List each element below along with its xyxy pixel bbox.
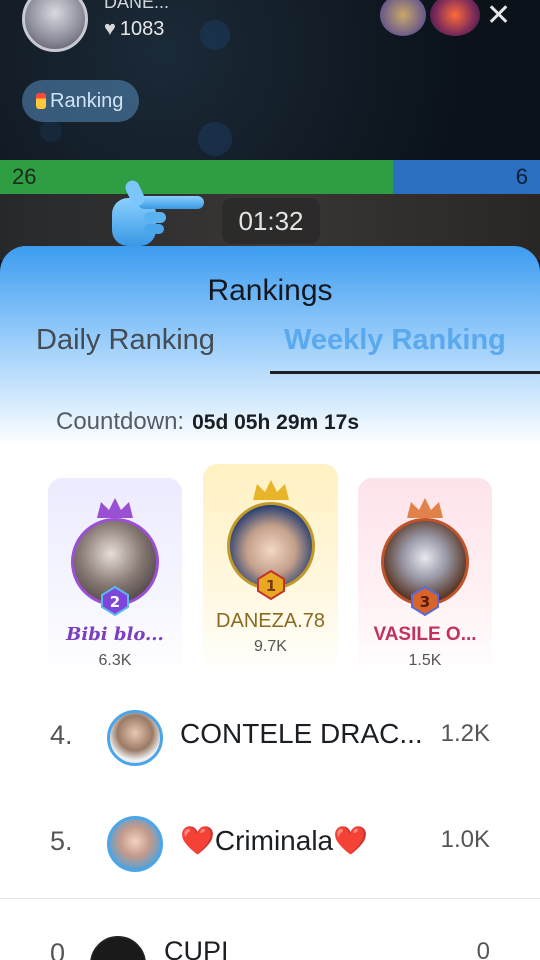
rank-score: 1.0K <box>440 826 490 853</box>
countdown-label: Countdown: <box>56 408 185 435</box>
bokeh-light <box>200 20 230 50</box>
crown-icon <box>253 480 289 500</box>
rank-number: 5. <box>50 826 73 856</box>
list-item[interactable]: 4. CONTELE DRAC... 1.2K <box>0 698 540 778</box>
trophy-icon <box>36 93 46 109</box>
sheet-title: Rankings <box>207 274 333 307</box>
tab-daily-ranking[interactable]: Daily Ranking <box>36 324 215 357</box>
medal-icon: 2 <box>101 586 129 616</box>
rank-number: 4. <box>50 720 73 750</box>
rankings-sheet: Rankings Daily Ranking Weekly Ranking Co… <box>0 246 540 960</box>
podium-name-first: DANEZA.78 <box>216 610 325 632</box>
podium-card-third[interactable]: 3 VASILE O... 1.5K <box>358 478 492 678</box>
medal-icon: 3 <box>411 586 439 616</box>
pk-timer: 01:32 <box>222 198 320 244</box>
podium-card-second[interactable]: 2 Bibi blo... 6.3K <box>48 478 182 678</box>
podium-rank-first: 1 <box>266 577 276 595</box>
pk-right-score: 6 <box>515 164 528 189</box>
host-likes-count: 1083 <box>119 18 165 40</box>
rank-name: ❤️Criminala❤️ <box>180 825 368 856</box>
crown-icon <box>407 498 443 518</box>
podium-rank-third: 3 <box>420 593 430 611</box>
host-likes: ♥ 1083 <box>104 18 164 41</box>
rank-name: CUPI <box>164 936 229 960</box>
avatar[interactable] <box>107 710 163 766</box>
active-tab-underline <box>270 371 540 374</box>
rank-score: 0 <box>476 938 490 960</box>
pk-right-side: 6 <box>393 160 540 194</box>
pk-left-score: 26 <box>12 164 37 189</box>
ranking-pill-button[interactable]: Ranking <box>22 80 140 122</box>
medal-icon: 1 <box>257 570 285 600</box>
pk-battle-bar: 26 6 <box>0 160 540 194</box>
avatar[interactable] <box>90 936 146 960</box>
bokeh-light <box>40 120 62 142</box>
self-rank-row[interactable]: 0 CUPI 0 <box>0 928 540 960</box>
podium-name-second: Bibi blo... <box>66 624 164 645</box>
podium-score-first: 9.7K <box>254 638 287 655</box>
pointing-hand-icon <box>112 180 204 246</box>
podium-rank-second: 2 <box>110 593 120 611</box>
host-name[interactable]: DANE... <box>104 0 169 13</box>
podium-card-first[interactable]: 1 DANEZA.78 9.7K <box>203 464 338 678</box>
podium-score-third: 1.5K <box>408 652 442 669</box>
list-item[interactable]: 5. ❤️Criminala❤️ 1.0K <box>0 804 540 884</box>
countdown: Countdown: 05d 05h 29m 17s <box>56 408 359 436</box>
rank-score: 1.2K <box>440 720 490 747</box>
tab-weekly-ranking[interactable]: Weekly Ranking <box>284 324 506 357</box>
rank-number: 0 <box>50 938 66 960</box>
divider <box>0 898 540 899</box>
countdown-value: 05d 05h 29m 17s <box>192 411 360 434</box>
rank-name: CONTELE DRAC... <box>180 718 423 749</box>
heart-icon: ♥ <box>104 18 116 40</box>
bokeh-light <box>198 122 232 156</box>
ranking-pill-label: Ranking <box>50 89 124 112</box>
crown-icon <box>97 498 133 518</box>
podium-name-third: VASILE O... <box>373 624 477 645</box>
close-icon[interactable]: ✕ <box>486 0 511 33</box>
avatar[interactable] <box>107 816 163 872</box>
podium-score-second: 6.3K <box>98 652 132 669</box>
